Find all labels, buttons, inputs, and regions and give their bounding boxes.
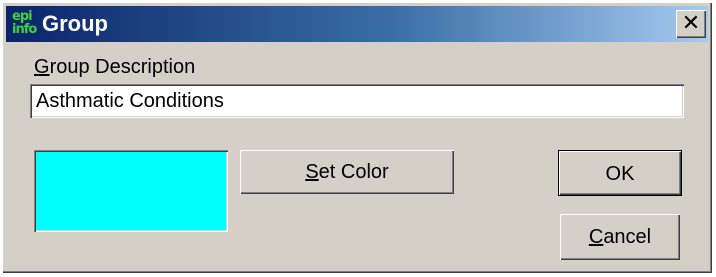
set-color-button[interactable]: Set Color [240,150,454,194]
title-bar[interactable]: epi info Group ✕ [6,6,708,42]
window-title: Group [42,11,108,36]
set-color-rest: et Color [318,161,389,183]
epi-info-app-icon: epi info [12,9,37,37]
group-description-label: Group Description [34,56,195,79]
close-icon: ✕ [681,11,701,36]
label-rest: roup Description [49,56,196,78]
group-description-input[interactable] [30,84,684,118]
cancel-button[interactable]: Cancel [560,214,680,260]
label-accesskey: G [34,56,50,78]
close-button[interactable]: ✕ [676,10,706,38]
color-swatch [34,150,228,232]
set-color-accesskey: S [305,161,319,183]
cancel-accesskey: C [588,226,604,248]
ok-button[interactable]: OK [558,150,682,196]
cancel-rest: ancel [603,226,652,248]
